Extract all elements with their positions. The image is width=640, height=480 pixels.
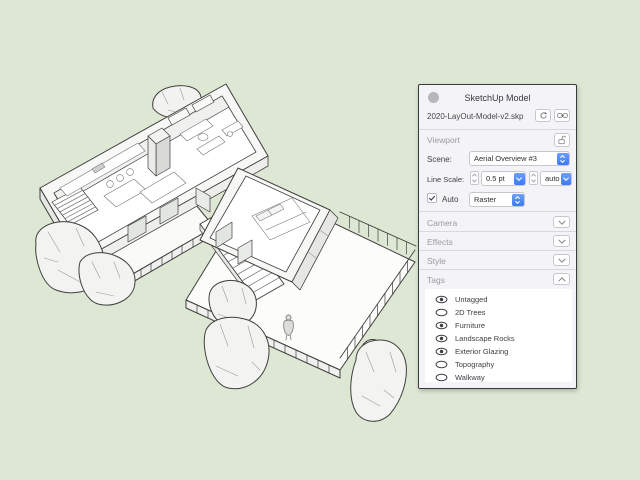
link-button[interactable]: [554, 109, 570, 122]
sketchup-model-panel: SketchUp Model 2020-LayOut-Model-v2.skp …: [418, 84, 577, 389]
tag-label: Exterior Glazing: [455, 347, 508, 356]
tag-row-2d-trees[interactable]: 2D Trees: [425, 306, 572, 319]
section-label-camera: Camera: [427, 218, 457, 228]
model-filename: 2020-LayOut-Model-v2.skp: [427, 112, 524, 121]
viewport-section-label: Viewport: [427, 135, 460, 145]
divider: [419, 250, 576, 251]
eye-icon[interactable]: [435, 373, 448, 382]
tag-row-walkway[interactable]: Walkway: [425, 371, 572, 384]
scene-label: Scene:: [427, 155, 452, 164]
camera-expand-button[interactable]: [553, 216, 570, 228]
tags-collapse-button[interactable]: [553, 273, 570, 285]
scene-select[interactable]: Aerial Overview #3: [469, 151, 570, 166]
tag-label: Topography: [455, 360, 494, 369]
eye-icon[interactable]: [435, 360, 448, 369]
eye-icon[interactable]: [435, 347, 448, 356]
auto-checkbox[interactable]: [427, 193, 437, 203]
style-expand-button[interactable]: [553, 254, 570, 266]
chevron-down-icon: [557, 237, 567, 246]
divider: [419, 129, 576, 130]
line-scale-mode-select[interactable]: auto: [540, 171, 572, 186]
line-scale-mode-stepper[interactable]: [529, 171, 538, 185]
chevron-down-icon: [561, 173, 571, 185]
tag-row-furniture[interactable]: Furniture: [425, 319, 572, 332]
tag-row-topography[interactable]: Topography: [425, 358, 572, 371]
refresh-button[interactable]: [535, 109, 551, 122]
tag-row-exterior-glazing[interactable]: Exterior Glazing: [425, 345, 572, 358]
divider: [419, 269, 576, 270]
lock-button[interactable]: [554, 133, 570, 147]
eye-icon[interactable]: [435, 295, 448, 304]
popup-caret-icon: [557, 153, 569, 165]
checkmark-icon: [428, 194, 436, 202]
divider: [419, 211, 576, 212]
section-label-tags: Tags: [427, 275, 445, 285]
tag-label: Landscape Rocks: [455, 334, 515, 343]
refresh-icon: [539, 111, 548, 120]
link-icon: [557, 112, 568, 119]
tag-row-untagged[interactable]: Untagged: [425, 293, 572, 306]
rock-right: [351, 340, 407, 422]
scene-value: Aerial Overview #3: [470, 154, 556, 163]
line-scale-mode-value: auto: [541, 174, 560, 183]
section-label-style: Style: [427, 256, 446, 266]
render-mode-value: Raster: [470, 195, 511, 204]
section-label-effects: Effects: [427, 237, 453, 247]
eye-icon[interactable]: [435, 308, 448, 317]
stepper-icon: [530, 172, 537, 184]
rock-center-bottom: [204, 317, 269, 388]
tag-row-landscape-rocks[interactable]: Landscape Rocks: [425, 332, 572, 345]
tag-label: 2D Trees: [455, 308, 485, 317]
effects-expand-button[interactable]: [553, 235, 570, 247]
cabinet-block: [148, 128, 170, 176]
lock-open-icon: [557, 135, 567, 145]
line-scale-select[interactable]: 0.5 pt: [481, 171, 526, 186]
tags-list: Untagged 2D Trees Furniture Landscape Ro…: [425, 289, 572, 382]
chevron-up-icon: [557, 275, 567, 284]
tag-label: Furniture: [455, 321, 485, 330]
auto-checkbox-label: Auto: [442, 195, 458, 204]
chevron-down-icon: [514, 173, 525, 185]
render-mode-select[interactable]: Raster: [469, 192, 525, 207]
line-scale-label: Line Scale:: [427, 175, 464, 184]
chevron-down-icon: [557, 256, 567, 265]
line-scale-stepper[interactable]: [470, 171, 479, 185]
chevron-down-icon: [557, 218, 567, 227]
popup-caret-icon: [512, 194, 524, 206]
stepper-icon: [471, 172, 478, 184]
panel-title: SketchUp Model: [419, 93, 576, 103]
tag-label: Untagged: [455, 295, 488, 304]
tag-label: Walkway: [455, 373, 485, 382]
line-scale-value: 0.5 pt: [482, 174, 513, 183]
eye-icon[interactable]: [435, 334, 448, 343]
eye-icon[interactable]: [435, 321, 448, 330]
divider: [419, 231, 576, 232]
